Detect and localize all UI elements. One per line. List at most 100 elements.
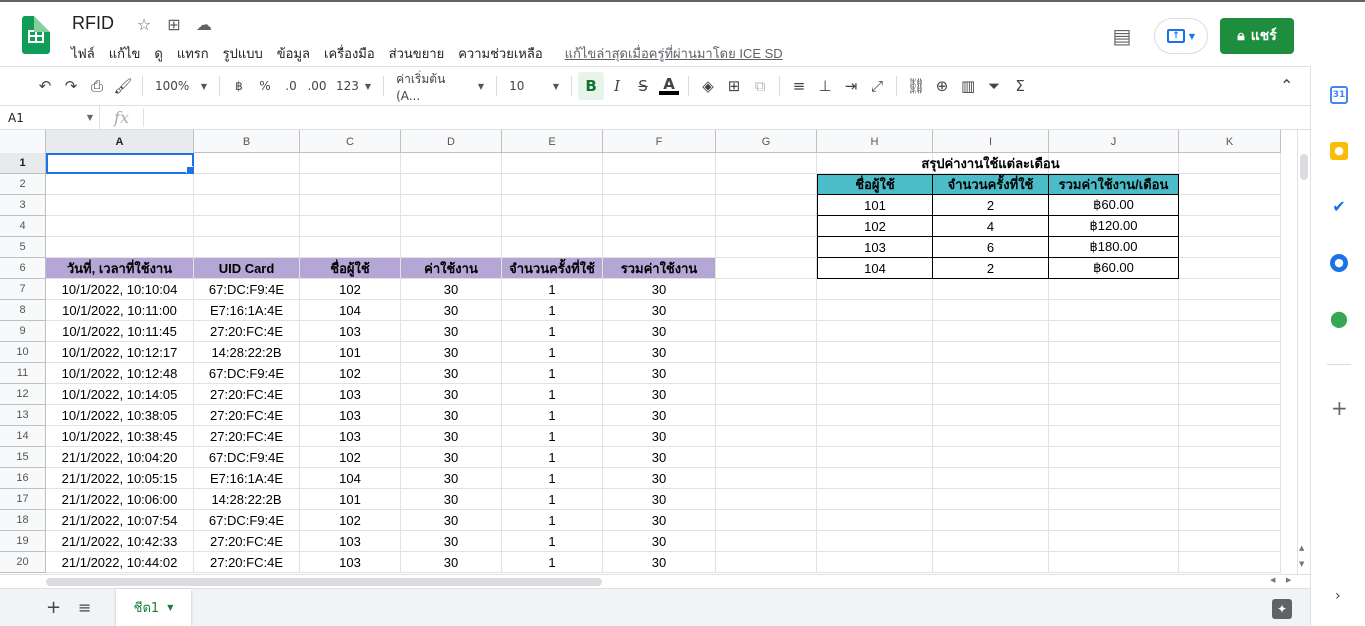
share-button[interactable]: 🔒︎ แชร์ (1220, 18, 1294, 54)
cell-e9[interactable]: 1 (502, 321, 603, 342)
row-header[interactable]: 19 (0, 531, 46, 552)
cell-b11[interactable]: 67:DC:F9:4E (194, 363, 300, 384)
cell-j2[interactable]: รวมค่าใช้งาน/เดือน (1049, 174, 1179, 195)
cell-k18[interactable] (1179, 510, 1281, 531)
cell-a15[interactable]: 21/1/2022, 10:04:20 (46, 447, 194, 468)
cell-c2[interactable] (300, 174, 401, 195)
cell-d13[interactable]: 30 (401, 405, 502, 426)
row-header[interactable]: 11 (0, 363, 46, 384)
collapse-menus-icon[interactable]: ⌃ (1280, 76, 1293, 95)
cell-a12[interactable]: 10/1/2022, 10:14:05 (46, 384, 194, 405)
cell-f5[interactable] (603, 237, 716, 258)
cell-g4[interactable] (716, 216, 817, 237)
cell-k14[interactable] (1179, 426, 1281, 447)
column-header-k[interactable]: K (1179, 130, 1281, 153)
cell-d2[interactable] (401, 174, 502, 195)
cell-k12[interactable] (1179, 384, 1281, 405)
add-sheet-icon[interactable]: + (46, 597, 61, 618)
cell-k10[interactable] (1179, 342, 1281, 363)
cell-k6[interactable] (1179, 258, 1281, 279)
text-wrap-icon[interactable]: ⇥ (838, 72, 864, 100)
menu-data[interactable]: ข้อมูล (277, 43, 310, 64)
sheets-logo-icon[interactable] (22, 16, 50, 54)
cell-a4[interactable] (46, 216, 194, 237)
cell-e11[interactable]: 1 (502, 363, 603, 384)
cell-e2[interactable] (502, 174, 603, 195)
cell-a18[interactable]: 21/1/2022, 10:07:54 (46, 510, 194, 531)
cell-g6[interactable] (716, 258, 817, 279)
cell-e12[interactable]: 1 (502, 384, 603, 405)
cell-i18[interactable] (933, 510, 1049, 531)
cell-g13[interactable] (716, 405, 817, 426)
cell-c9[interactable]: 103 (300, 321, 401, 342)
cell-j18[interactable] (1049, 510, 1179, 531)
cell-b20[interactable]: 27:20:FC:4E (194, 552, 300, 573)
cell-i6[interactable]: 2 (933, 258, 1049, 279)
cell-e15[interactable]: 1 (502, 447, 603, 468)
cell-e3[interactable] (502, 195, 603, 216)
select-all-corner[interactable] (0, 130, 46, 153)
row-header[interactable]: 20 (0, 552, 46, 573)
cell-c13[interactable]: 103 (300, 405, 401, 426)
cell-k5[interactable] (1179, 237, 1281, 258)
cell-b18[interactable]: 67:DC:F9:4E (194, 510, 300, 531)
cell-i19[interactable] (933, 531, 1049, 552)
explore-icon[interactable]: ✦ (1272, 599, 1292, 619)
cell-i14[interactable] (933, 426, 1049, 447)
column-header-d[interactable]: D (401, 130, 502, 153)
cell-i12[interactable] (933, 384, 1049, 405)
cell-j20[interactable] (1049, 552, 1179, 573)
cell-f11[interactable]: 30 (603, 363, 716, 384)
undo-icon[interactable]: ↶ (32, 72, 58, 100)
cell-j14[interactable] (1049, 426, 1179, 447)
cell-a16[interactable]: 21/1/2022, 10:05:15 (46, 468, 194, 489)
cell-i4[interactable]: 4 (933, 216, 1049, 237)
cell-d10[interactable]: 30 (401, 342, 502, 363)
cell-h3[interactable]: 101 (817, 195, 933, 216)
cell-f18[interactable]: 30 (603, 510, 716, 531)
bold-button[interactable]: B (578, 72, 605, 100)
cell-e10[interactable]: 1 (502, 342, 603, 363)
cell-b14[interactable]: 27:20:FC:4E (194, 426, 300, 447)
cell-c4[interactable] (300, 216, 401, 237)
horizontal-scroll-thumb[interactable] (46, 578, 602, 586)
cell-c8[interactable]: 104 (300, 300, 401, 321)
cell-e5[interactable] (502, 237, 603, 258)
present-button[interactable]: ↑ ▼ (1154, 18, 1208, 54)
cell-i11[interactable] (933, 363, 1049, 384)
cell-j11[interactable] (1049, 363, 1179, 384)
menu-file[interactable]: ไฟล์ (71, 43, 95, 64)
row-header[interactable]: 4 (0, 216, 46, 237)
cell-f17[interactable]: 30 (603, 489, 716, 510)
cell-b6[interactable]: UID Card (194, 258, 300, 279)
cell-j10[interactable] (1049, 342, 1179, 363)
menu-insert[interactable]: แทรก (177, 43, 209, 64)
format-percent-button[interactable]: % (252, 72, 278, 100)
cell-b19[interactable]: 27:20:FC:4E (194, 531, 300, 552)
cell-k17[interactable] (1179, 489, 1281, 510)
filter-icon[interactable]: ⏷ (981, 72, 1007, 100)
cell-b17[interactable]: 14:28:22:2B (194, 489, 300, 510)
cell-g5[interactable] (716, 237, 817, 258)
cell-g17[interactable] (716, 489, 817, 510)
cell-d12[interactable]: 30 (401, 384, 502, 405)
font-size-select[interactable]: 10 ▼ (503, 72, 565, 100)
cell-j16[interactable] (1049, 468, 1179, 489)
cell-e18[interactable]: 1 (502, 510, 603, 531)
cell-c7[interactable]: 102 (300, 279, 401, 300)
cell-f1[interactable] (603, 153, 716, 174)
column-header-h[interactable]: H (817, 130, 933, 153)
cloud-status-icon[interactable]: ☁ (194, 15, 214, 34)
cell-g20[interactable] (716, 552, 817, 573)
cell-d3[interactable] (401, 195, 502, 216)
cell-k8[interactable] (1179, 300, 1281, 321)
cell-c5[interactable] (300, 237, 401, 258)
cell-a10[interactable]: 10/1/2022, 10:12:17 (46, 342, 194, 363)
cell-f6[interactable]: รวมค่าใช้งาน (603, 258, 716, 279)
cell-i13[interactable] (933, 405, 1049, 426)
scroll-up-icon[interactable]: ▲ (1299, 544, 1304, 552)
cell-f20[interactable]: 30 (603, 552, 716, 573)
cell-c11[interactable]: 102 (300, 363, 401, 384)
cell-i15[interactable] (933, 447, 1049, 468)
cell-j12[interactable] (1049, 384, 1179, 405)
